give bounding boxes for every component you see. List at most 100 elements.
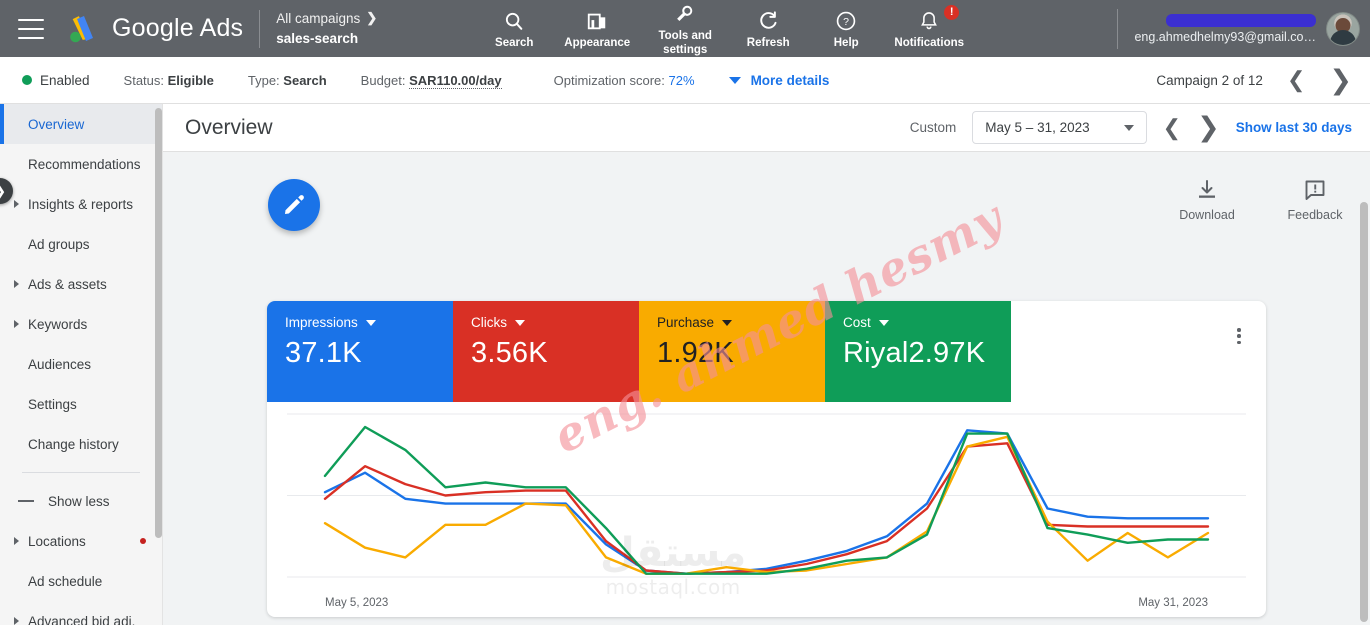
sidebar-scrollbar[interactable] — [155, 108, 162, 538]
metric-value: 37.1K — [285, 337, 362, 369]
content-scrollbar[interactable] — [1360, 202, 1368, 622]
sidebar-item-insights-reports[interactable]: Insights & reports — [0, 184, 162, 224]
chart-series-impressions — [323, 429, 1210, 575]
sidebar-item-audiences[interactable]: Audiences — [0, 344, 162, 384]
notification-badge: ! — [944, 4, 960, 20]
content-toolbar: Download Feedback — [1176, 178, 1346, 222]
budget-value[interactable]: SAR110.00/day — [409, 72, 502, 89]
breadcrumb-campaign-name[interactable]: sales-search — [276, 29, 377, 49]
campaign-type: Type: Search — [248, 73, 327, 88]
more-details-label: More details — [750, 72, 830, 88]
help-circle-icon: ? — [834, 9, 858, 33]
topnav-notifications[interactable]: ! Notifications — [887, 4, 971, 50]
sidebar-item-label: Keywords — [28, 316, 88, 332]
sidebar-item-settings[interactable]: Settings — [0, 384, 162, 424]
refresh-icon — [756, 9, 780, 33]
chevron-down-icon[interactable] — [878, 319, 889, 326]
metric-label: Clicks — [471, 315, 507, 330]
more-details-button[interactable]: More details — [728, 72, 830, 88]
brand[interactable]: Google Ads — [64, 13, 243, 45]
brand-title: Google Ads — [112, 14, 244, 42]
divider — [259, 9, 261, 48]
date-range-select[interactable]: May 5 – 31, 2023 — [972, 111, 1147, 144]
next-campaign-button[interactable]: ❯ — [1329, 66, 1352, 94]
metric-card-purchase[interactable]: Purchase 1.92K — [639, 301, 825, 402]
alert-dot-icon — [140, 538, 146, 544]
previous-campaign-button[interactable]: ❮ — [1287, 69, 1305, 91]
chevron-down-icon[interactable] — [365, 319, 376, 326]
chart-bars-icon — [585, 9, 609, 33]
chevron-down-icon[interactable] — [515, 319, 525, 326]
pencil-edit-icon — [285, 195, 304, 214]
feedback-button[interactable]: Feedback — [1284, 178, 1346, 222]
budget-label: Budget: — [360, 72, 406, 88]
sidebar-item-change-history[interactable]: Change history — [0, 424, 162, 464]
avatar[interactable] — [1326, 11, 1360, 46]
download-button[interactable]: Download — [1176, 178, 1238, 222]
status-eligible: Status: Eligible — [124, 73, 214, 88]
date-range-value: May 5 – 31, 2023 — [985, 120, 1090, 135]
svg-text:?: ? — [843, 16, 849, 28]
expand-arrow-icon — [14, 280, 19, 288]
breadcrumb-all-campaigns[interactable]: All campaigns — [276, 9, 360, 29]
topnav-tools-label: Tools and settings — [658, 30, 712, 56]
sidebar-item-advanced-bid-adj[interactable]: Advanced bid adj. — [0, 601, 162, 625]
sidebar-item-label: Locations — [28, 533, 86, 549]
metric-label: Purchase — [657, 315, 715, 330]
expand-arrow-icon — [14, 617, 19, 625]
feedback-icon — [1305, 180, 1325, 200]
hamburger-menu-icon[interactable] — [18, 18, 44, 39]
sidebar-show-less-button[interactable]: Show less — [0, 481, 162, 521]
status-badge: Enabled — [22, 73, 90, 88]
topnav-appearance[interactable]: Appearance — [555, 7, 639, 50]
top-app-bar: Google Ads All campaigns ❯ sales-search … — [0, 0, 1370, 57]
sidebar-item-label: Ads & assets — [28, 276, 107, 292]
sidebar-item-locations[interactable]: Locations — [0, 521, 162, 561]
campaign-budget[interactable]: Budget: SAR110.00/day — [360, 72, 502, 89]
metric-card-impressions[interactable]: Impressions 37.1K — [267, 301, 453, 402]
chevron-down-icon[interactable] — [722, 319, 733, 326]
chart-x-axis-labels: May 5, 2023 May 31, 2023 — [267, 597, 1266, 609]
topnav-refresh[interactable]: Refresh — [731, 7, 805, 50]
metric-value: 1.92K — [657, 337, 734, 369]
status-enabled-label: Enabled — [40, 72, 90, 88]
google-ads-logo-icon — [70, 15, 93, 42]
status-value: Eligible — [167, 72, 214, 88]
sidebar-item-label: Ad groups — [28, 236, 90, 252]
download-label: Download — [1179, 208, 1235, 222]
main-content: Overview Custom May 5 – 31, 2023 ❮ ❯ Sho… — [163, 104, 1370, 625]
show-last-30-days-button[interactable]: Show last 30 days — [1236, 120, 1352, 135]
sidebar-item-recommendations[interactable]: Recommendations — [0, 144, 162, 184]
account-area[interactable]: eng.ahmedhelmy93@gmail.co… — [1117, 0, 1360, 57]
edit-fab-button[interactable] — [268, 179, 320, 231]
topnav-search-label: Search — [495, 36, 534, 49]
sidebar-item-overview[interactable]: Overview — [0, 104, 162, 144]
chart-series-cost — [323, 425, 1210, 575]
chevron-down-icon — [728, 76, 741, 84]
campaign-status-bar: Enabled Status: Eligible Type: Search Bu… — [0, 57, 1370, 104]
topnav-search[interactable]: Search — [477, 7, 551, 50]
sidebar-item-ads-assets[interactable]: Ads & assets — [0, 264, 162, 304]
sidebar: Overview Recommendations Insights & repo… — [0, 104, 163, 625]
next-period-button[interactable]: ❯ — [1197, 114, 1220, 141]
sidebar-item-ad-schedule[interactable]: Ad schedule — [0, 561, 162, 601]
metric-card-cost[interactable]: Cost Riyal2.97K — [825, 301, 1011, 402]
card-options-button[interactable] — [1228, 325, 1250, 347]
sidebar-item-keywords[interactable]: Keywords — [0, 304, 162, 344]
topnav-appearance-label: Appearance — [564, 36, 631, 49]
metric-card-clicks[interactable]: Clicks 3.56K — [453, 301, 639, 402]
performance-card: Impressions 37.1K Clicks 3.56K Purchase — [267, 301, 1266, 617]
sidebar-item-label: Advanced bid adj. — [28, 613, 136, 625]
sidebar-item-label: Recommendations — [28, 156, 141, 172]
previous-period-button[interactable]: ❮ — [1163, 116, 1181, 139]
topnav-tools-and-settings[interactable]: Tools and settings — [643, 0, 727, 56]
page-header: Overview Custom May 5 – 31, 2023 ❮ ❯ Sho… — [163, 104, 1370, 152]
topnav-help-label: Help — [833, 36, 859, 49]
date-custom-label: Custom — [909, 120, 957, 135]
campaign-counter: Campaign 2 of 12 — [1156, 72, 1263, 88]
search-icon — [502, 9, 526, 33]
sidebar-item-ad-groups[interactable]: Ad groups — [0, 224, 162, 264]
breadcrumb[interactable]: All campaigns ❯ sales-search — [276, 9, 377, 48]
account-email[interactable]: eng.ahmedhelmy93@gmail.co… — [1134, 30, 1316, 44]
topnav-help[interactable]: ? Help — [809, 7, 883, 50]
